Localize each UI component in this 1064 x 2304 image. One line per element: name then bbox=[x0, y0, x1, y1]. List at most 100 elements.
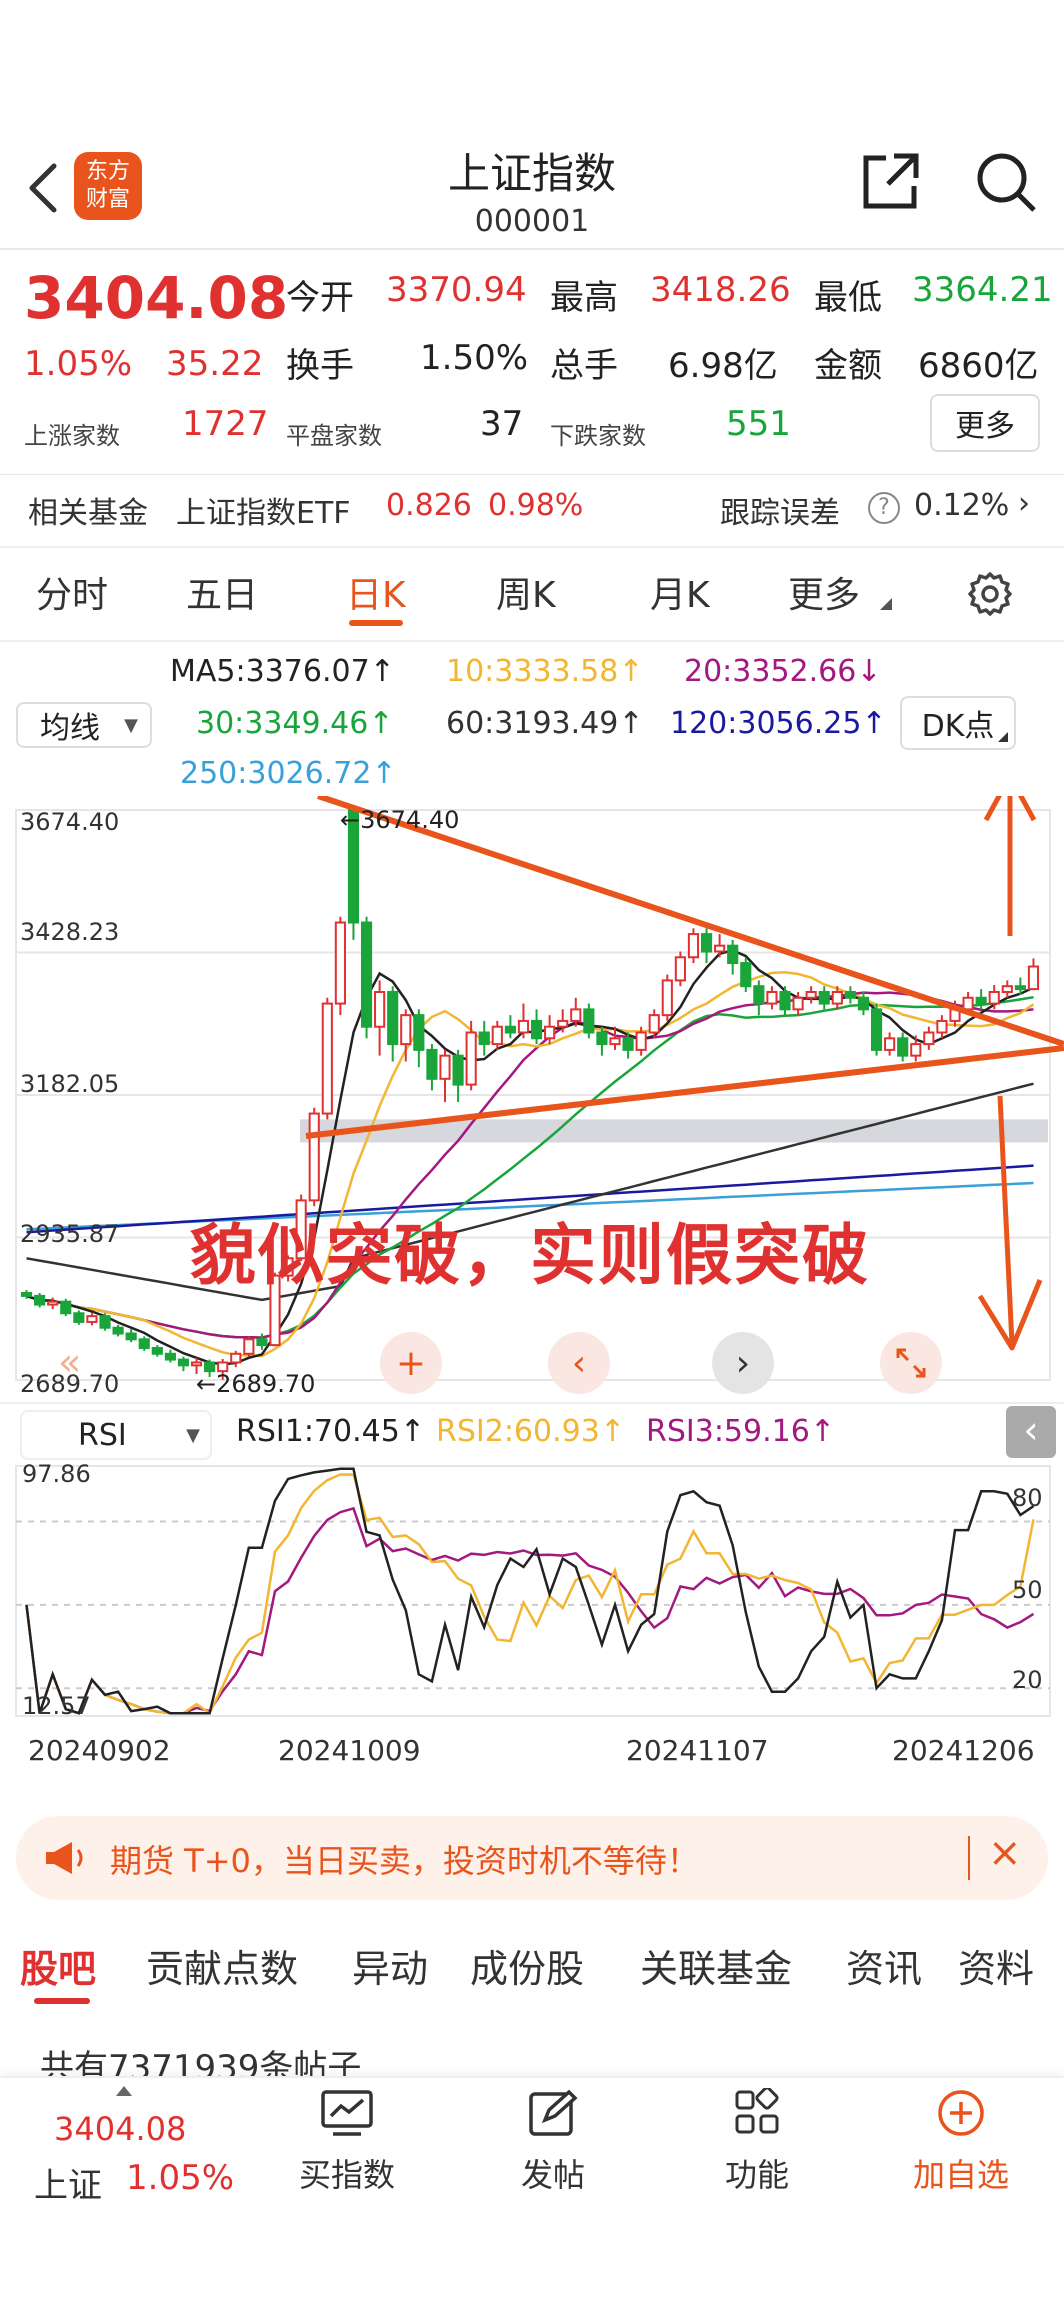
tab-intraday[interactable]: 分时 bbox=[36, 566, 108, 618]
low-label: 最低 bbox=[814, 278, 882, 318]
prev-button[interactable]: ‹ bbox=[548, 1332, 610, 1394]
tab-daily-k[interactable]: 日K bbox=[346, 566, 406, 618]
candle bbox=[962, 996, 974, 1011]
fund-pct: 0.98% bbox=[488, 488, 584, 523]
candle bbox=[544, 1025, 556, 1040]
more-button[interactable]: 更多 bbox=[930, 394, 1040, 452]
candle bbox=[86, 1315, 98, 1323]
candle bbox=[478, 1031, 490, 1046]
tab-weekly-k[interactable]: 周K bbox=[496, 566, 556, 618]
close-icon[interactable]: × bbox=[988, 1830, 1022, 1876]
ad-banner[interactable]: 期货 T+0，当日买卖，投资时机不等待！ × bbox=[16, 1816, 1048, 1900]
low-value: 3364.21 bbox=[912, 270, 1053, 310]
change-pct: 1.05% bbox=[24, 344, 133, 384]
ma30-value: 30:3349.46↑ bbox=[196, 706, 394, 741]
search-button[interactable] bbox=[974, 150, 1038, 214]
candle bbox=[1014, 985, 1026, 991]
dropdown-corner-icon bbox=[880, 598, 892, 610]
tab-five-day[interactable]: 五日 bbox=[186, 566, 258, 618]
rsi-chart[interactable] bbox=[0, 1460, 1064, 1730]
flat-count: 37 bbox=[480, 404, 524, 444]
ma10-value: 10:3333.58↑ bbox=[446, 654, 644, 689]
share-button[interactable] bbox=[858, 150, 922, 214]
rsi-level-50: 50 bbox=[1012, 1576, 1043, 1604]
rsi1-value: RSI1:70.45↑ bbox=[236, 1414, 425, 1449]
candle bbox=[583, 1008, 595, 1034]
candle bbox=[792, 996, 804, 1011]
candle bbox=[596, 1031, 608, 1046]
scroll-left-icon[interactable]: « bbox=[58, 1340, 81, 1384]
collapse-button[interactable]: ‹ bbox=[1006, 1406, 1056, 1458]
candle bbox=[988, 990, 1000, 1005]
share-icon bbox=[863, 153, 919, 209]
tab-monthly-k[interactable]: 月K bbox=[650, 566, 710, 618]
candle bbox=[47, 1300, 59, 1306]
candle bbox=[164, 1352, 176, 1361]
candle bbox=[779, 990, 791, 1011]
ma120-value: 120:3056.25↑ bbox=[670, 706, 887, 741]
rsi-min: 12.57 bbox=[22, 1692, 91, 1720]
candle bbox=[465, 1031, 477, 1086]
next-button[interactable]: › bbox=[712, 1332, 774, 1394]
subtab-profile[interactable]: 资料 bbox=[958, 1938, 1034, 1993]
y-tick: 3674.40 bbox=[20, 808, 120, 836]
chevron-right-icon[interactable]: › bbox=[1018, 486, 1030, 521]
open-label: 今开 bbox=[286, 278, 354, 318]
candle bbox=[687, 933, 700, 959]
volume-label: 总手 bbox=[550, 346, 618, 386]
post-button[interactable]: 发帖 bbox=[478, 2088, 628, 2196]
subtab-news[interactable]: 资讯 bbox=[846, 1938, 922, 1993]
candle bbox=[622, 1037, 634, 1051]
subtab-related-funds[interactable]: 关联基金 bbox=[640, 1938, 792, 1993]
subtab-contribution[interactable]: 贡献点数 bbox=[146, 1938, 298, 1993]
candle bbox=[766, 990, 778, 1005]
subtab-forum[interactable]: 股吧 bbox=[20, 1938, 96, 1993]
candle bbox=[674, 956, 686, 982]
candle bbox=[125, 1332, 137, 1341]
indicator-selector[interactable]: RSI ▼ bbox=[20, 1410, 212, 1460]
subtab-constituents[interactable]: 成份股 bbox=[470, 1938, 584, 1993]
buy-index-button[interactable]: 买指数 bbox=[272, 2088, 422, 2196]
candle bbox=[1027, 965, 1040, 991]
candle bbox=[910, 1043, 922, 1057]
help-icon[interactable]: ? bbox=[868, 492, 900, 524]
candle bbox=[112, 1326, 124, 1335]
tracking-error-value: 0.12% bbox=[914, 488, 1010, 523]
volume-value: 6.98亿 bbox=[668, 346, 778, 386]
megaphone-icon bbox=[46, 1842, 83, 1874]
y-tick: 3428.23 bbox=[20, 918, 120, 946]
add-watchlist-button[interactable]: 加自选 bbox=[886, 2088, 1036, 2196]
fullscreen-button[interactable] bbox=[880, 1332, 942, 1394]
turnover-value: 1.50% bbox=[420, 338, 529, 378]
ma-selector[interactable]: 均线 ▼ bbox=[16, 702, 152, 748]
toolbar-price: 3404.08 bbox=[54, 2110, 187, 2148]
fund-name[interactable]: 上证指数ETF bbox=[176, 488, 351, 532]
candle bbox=[700, 933, 713, 953]
candle bbox=[714, 944, 726, 953]
x-tick: 20241107 bbox=[626, 1734, 769, 1767]
settings-button[interactable] bbox=[966, 570, 1014, 618]
zoom-in-button[interactable]: + bbox=[380, 1332, 442, 1394]
candle bbox=[884, 1037, 896, 1051]
dropdown-corner-icon bbox=[998, 732, 1008, 742]
subtab-movement[interactable]: 异动 bbox=[352, 1938, 428, 1993]
tab-more[interactable]: 更多 bbox=[788, 566, 860, 618]
turnover-label: 换手 bbox=[286, 346, 354, 386]
candle bbox=[923, 1031, 935, 1046]
candle bbox=[504, 1025, 516, 1034]
candle bbox=[661, 979, 673, 1017]
candle bbox=[387, 990, 399, 1046]
edit-icon bbox=[529, 2089, 578, 2136]
candle bbox=[452, 1054, 464, 1086]
candle bbox=[818, 990, 830, 1005]
dk-point-button[interactable]: DK点 bbox=[900, 696, 1016, 750]
functions-button[interactable]: 功能 bbox=[682, 2086, 832, 2196]
flat-count-label: 平盘家数 bbox=[286, 422, 382, 450]
ma10-line bbox=[26, 971, 1035, 1358]
candle bbox=[936, 1019, 948, 1034]
chart-icon bbox=[321, 2090, 373, 2136]
search-icon bbox=[977, 153, 1036, 212]
kline-chart[interactable] bbox=[0, 796, 1064, 1396]
candle bbox=[413, 1014, 425, 1051]
candle bbox=[648, 1014, 660, 1034]
